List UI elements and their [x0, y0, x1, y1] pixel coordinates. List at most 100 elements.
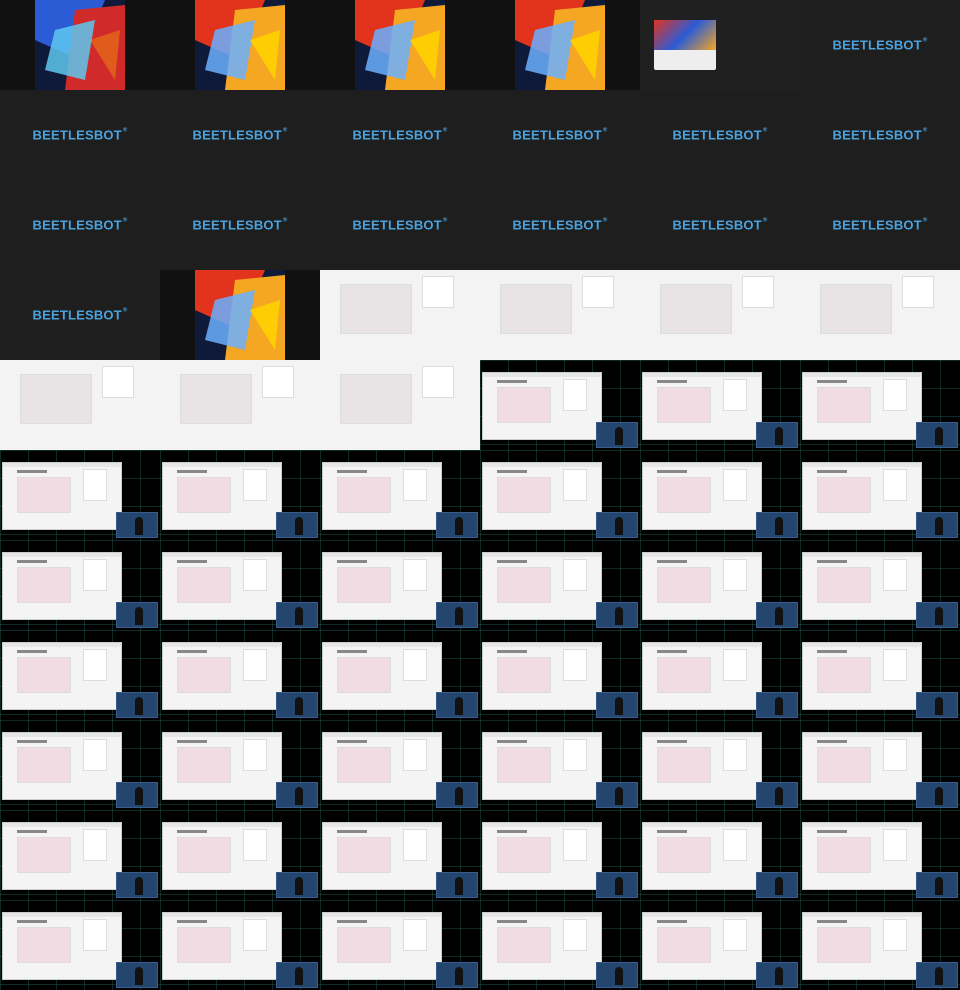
beetle-image	[337, 837, 391, 873]
brand-name: BEETLESBOT	[672, 127, 762, 143]
beetle-image	[180, 374, 252, 424]
app-window	[322, 822, 442, 890]
brand-mark: ®	[922, 37, 928, 44]
beetle-image	[657, 747, 711, 783]
brand-logo-text: BEETLESBOT®	[640, 128, 800, 143]
brand-tile: BEETLESBOT®	[480, 180, 640, 270]
demo-video-thumbnail	[640, 720, 800, 810]
app-window	[802, 912, 922, 980]
demo-video-thumbnail	[320, 720, 480, 810]
beetle-image	[820, 284, 892, 334]
speaker-camera	[116, 692, 158, 718]
beetle-image	[817, 747, 871, 783]
editor-thumbnail	[320, 270, 480, 360]
speaker-camera	[596, 422, 638, 448]
video-card-thumbnail	[640, 0, 800, 90]
brand-logo-text: BEETLESBOT®	[640, 218, 800, 233]
app-window	[2, 912, 122, 980]
brand-name: BEETLESBOT	[32, 127, 122, 143]
demo-video-thumbnail	[640, 450, 800, 540]
speaker-camera	[116, 602, 158, 628]
beetle-image	[337, 747, 391, 783]
side-panel	[563, 829, 587, 861]
app-window	[802, 462, 922, 530]
side-panel	[243, 649, 267, 681]
app-window	[162, 552, 282, 620]
side-panel	[83, 919, 107, 951]
brand-tile: BEETLESBOT®	[0, 180, 160, 270]
side-panel	[902, 276, 934, 308]
demo-video-thumbnail	[640, 630, 800, 720]
app-window	[322, 552, 442, 620]
side-panel	[422, 276, 454, 308]
speaker-camera	[596, 782, 638, 808]
side-panel	[83, 559, 107, 591]
brand-mark: ®	[442, 217, 448, 224]
app-window	[802, 552, 922, 620]
side-panel	[563, 649, 587, 681]
app-window	[322, 642, 442, 710]
demo-video-thumbnail	[640, 810, 800, 900]
app-window	[482, 462, 602, 530]
brand-logo-text: BEETLESBOT®	[160, 218, 320, 233]
app-window	[802, 822, 922, 890]
app-window	[802, 732, 922, 800]
side-panel	[883, 559, 907, 591]
editor-thumbnail	[320, 360, 480, 450]
side-panel	[403, 829, 427, 861]
beetle-image	[660, 284, 732, 334]
editor-thumbnail	[480, 270, 640, 360]
side-panel	[723, 919, 747, 951]
beetle-image	[657, 477, 711, 513]
beetle-image	[817, 477, 871, 513]
brand-tile: BEETLESBOT®	[640, 90, 800, 180]
speaker-camera	[276, 782, 318, 808]
brand-logo-text: BEETLESBOT®	[800, 128, 960, 143]
side-panel	[723, 469, 747, 501]
side-panel	[403, 559, 427, 591]
demo-video-thumbnail	[320, 540, 480, 630]
demo-video-thumbnail	[640, 900, 800, 990]
beetle-image	[657, 567, 711, 603]
speaker-camera	[276, 872, 318, 898]
speaker-camera	[436, 692, 478, 718]
side-panel	[883, 829, 907, 861]
speaker-camera	[596, 962, 638, 988]
side-panel	[723, 379, 747, 411]
beetle-image	[817, 567, 871, 603]
speaker-camera	[276, 602, 318, 628]
beetle-image	[17, 657, 71, 693]
brand-name: BEETLESBOT	[832, 217, 922, 233]
beetle-image	[337, 657, 391, 693]
demo-video-thumbnail	[0, 450, 160, 540]
app-window	[322, 732, 442, 800]
beetle-image	[340, 374, 412, 424]
side-panel	[883, 919, 907, 951]
app-window	[802, 372, 922, 440]
demo-video-thumbnail	[480, 450, 640, 540]
side-panel	[883, 739, 907, 771]
brand-tile: BEETLESBOT®	[160, 90, 320, 180]
beetle-image	[17, 567, 71, 603]
beetle-image	[177, 477, 231, 513]
app-window	[642, 732, 762, 800]
editor-thumbnail	[640, 270, 800, 360]
demo-video-thumbnail	[160, 810, 320, 900]
app-window	[2, 462, 122, 530]
brand-logo-text: BEETLESBOT®	[800, 38, 960, 53]
app-window	[642, 462, 762, 530]
side-panel	[582, 276, 614, 308]
side-panel	[723, 649, 747, 681]
side-panel	[243, 739, 267, 771]
side-panel	[403, 919, 427, 951]
demo-video-thumbnail	[0, 810, 160, 900]
beetle-image	[497, 837, 551, 873]
brand-tile: BEETLESBOT®	[800, 90, 960, 180]
brand-logo-text: BEETLESBOT®	[320, 218, 480, 233]
side-panel	[723, 739, 747, 771]
beetle-image	[500, 284, 572, 334]
speaker-camera	[436, 782, 478, 808]
app-window	[482, 732, 602, 800]
brand-name: BEETLESBOT	[512, 217, 602, 233]
demo-video-thumbnail	[800, 450, 960, 540]
